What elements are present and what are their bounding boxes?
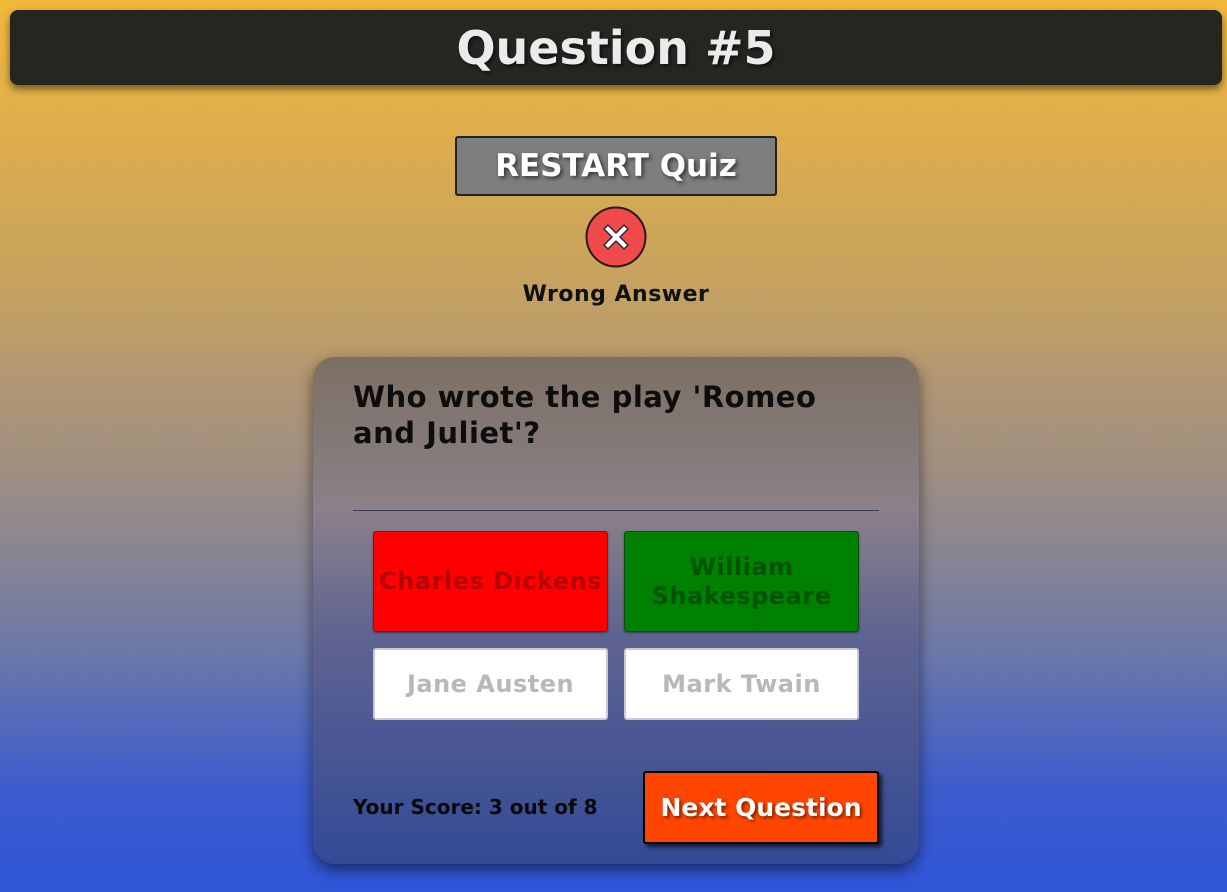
question-text: Who wrote the play 'Romeo and Juliet'?	[353, 380, 817, 450]
answer-option-jane-austen[interactable]: Jane Austen	[373, 648, 608, 720]
restart-quiz-button[interactable]: RESTART Quiz	[455, 136, 777, 196]
next-question-button[interactable]: Next Question	[643, 771, 879, 844]
answer-option-mark-twain[interactable]: Mark Twain	[624, 648, 859, 720]
feedback-text: Wrong Answer	[522, 282, 710, 307]
answer-option-william-shakespeare[interactable]: William Shakespeare	[624, 531, 859, 632]
x-circle-icon	[585, 206, 647, 268]
score-text: Your Score: 3 out of 8	[353, 795, 598, 819]
question-card: Who wrote the play 'Romeo and Juliet'? C…	[313, 357, 919, 864]
header-bar: Question #5	[10, 10, 1222, 85]
question-number-title: Question #5	[456, 20, 776, 75]
divider	[353, 510, 879, 511]
answer-option-charles-dickens[interactable]: Charles Dickens	[373, 531, 608, 632]
